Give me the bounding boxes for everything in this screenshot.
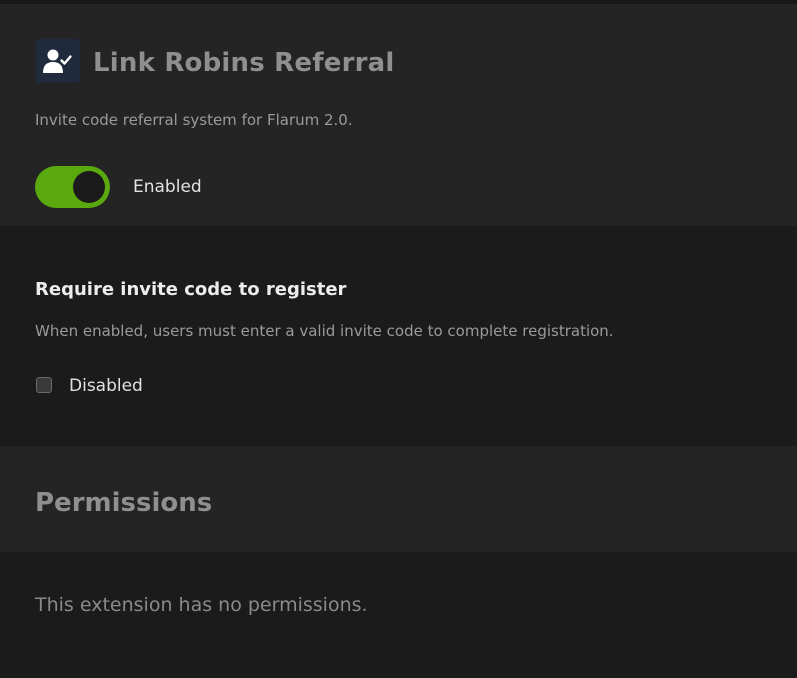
user-check-icon (36, 39, 80, 83)
permissions-empty-text: This extension has no permissions. (35, 594, 368, 616)
permissions-title: Permissions (35, 488, 213, 518)
extension-description: Invite code referral system for Flarum 2… (35, 111, 353, 129)
require-invite-checkbox[interactable] (36, 377, 52, 393)
require-invite-title: Require invite code to register (35, 279, 347, 300)
require-invite-help: When enabled, users must enter a valid i… (35, 322, 614, 340)
settings-section: Require invite code to register When ena… (0, 226, 797, 446)
extension-header: Link Robins Referral Invite code referra… (0, 4, 797, 226)
toggle-knob (73, 171, 105, 203)
extension-title: Link Robins Referral (93, 48, 395, 78)
permissions-header: Permissions (0, 446, 797, 552)
permissions-body: This extension has no permissions. (0, 552, 797, 678)
enabled-toggle-label: Enabled (133, 177, 202, 197)
require-invite-checkbox-label[interactable]: Disabled (69, 374, 143, 398)
extension-settings-page: Link Robins Referral Invite code referra… (0, 0, 797, 678)
enabled-toggle[interactable] (35, 166, 110, 208)
